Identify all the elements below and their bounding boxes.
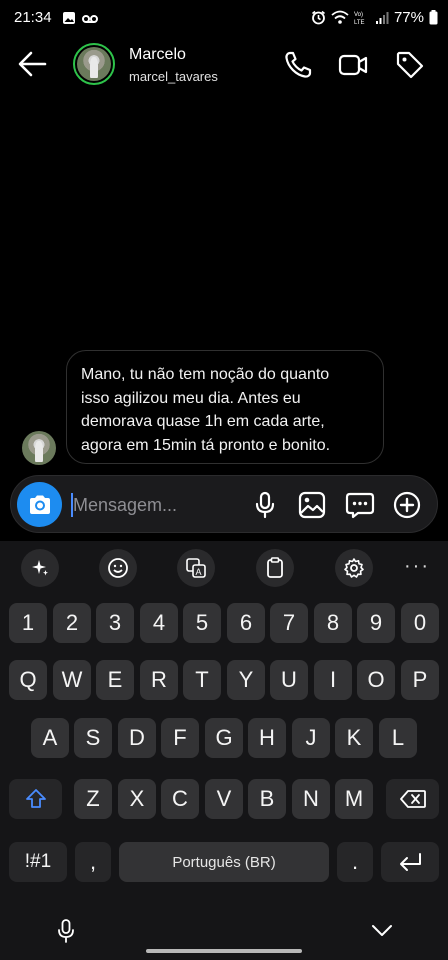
key-9[interactable]: 9 bbox=[357, 603, 395, 643]
key-d[interactable]: D bbox=[118, 718, 156, 758]
key-u[interactable]: U bbox=[270, 660, 308, 700]
clipboard-button[interactable] bbox=[256, 549, 294, 587]
key-a[interactable]: A bbox=[31, 718, 69, 758]
svg-text:A: A bbox=[196, 567, 202, 577]
gallery-icon[interactable] bbox=[296, 489, 328, 521]
key-e[interactable]: E bbox=[96, 660, 134, 700]
volte-icon: Vo) LTE bbox=[354, 12, 365, 25]
alarm-icon bbox=[311, 10, 325, 25]
sender-avatar[interactable] bbox=[22, 431, 56, 465]
key-y[interactable]: Y bbox=[227, 660, 265, 700]
key-4[interactable]: 4 bbox=[140, 603, 178, 643]
key-7[interactable]: 7 bbox=[270, 603, 308, 643]
key-f[interactable]: F bbox=[161, 718, 199, 758]
keyboard-toolbar: A ··· bbox=[0, 541, 448, 593]
phone-icon[interactable] bbox=[283, 50, 313, 80]
voicemail-icon bbox=[82, 15, 98, 23]
translate-button[interactable]: A bbox=[177, 549, 215, 587]
translate-icon: A bbox=[186, 558, 206, 578]
image-icon bbox=[63, 12, 75, 24]
emoji-button[interactable] bbox=[99, 549, 137, 587]
key-i[interactable]: I bbox=[314, 660, 352, 700]
backspace-icon bbox=[399, 790, 426, 808]
key-b[interactable]: B bbox=[248, 779, 286, 819]
shift-key[interactable] bbox=[9, 779, 62, 819]
shift-icon bbox=[25, 789, 46, 808]
more-icon[interactable]: ··· bbox=[404, 555, 430, 578]
contact-name[interactable]: Marcelo bbox=[129, 46, 186, 64]
tag-icon[interactable] bbox=[395, 50, 425, 80]
key-c[interactable]: C bbox=[161, 779, 199, 819]
status-bar: 21:34 Vo) LTE 77% bbox=[0, 0, 448, 36]
key-l[interactable]: L bbox=[379, 718, 417, 758]
space-key[interactable]: Português (BR) bbox=[119, 842, 329, 882]
message-line: Mano, tu não tem noção do quanto bbox=[81, 366, 330, 383]
clipboard-icon bbox=[267, 557, 283, 578]
key-v[interactable]: V bbox=[205, 779, 243, 819]
emoji-icon bbox=[108, 558, 128, 578]
battery-percent: 77% bbox=[393, 9, 424, 26]
key-m[interactable]: M bbox=[335, 779, 373, 819]
key-3[interactable]: 3 bbox=[96, 603, 134, 643]
back-arrow-icon[interactable] bbox=[16, 50, 48, 78]
sticker-icon[interactable] bbox=[344, 489, 376, 521]
key-x[interactable]: X bbox=[118, 779, 156, 819]
video-icon[interactable] bbox=[338, 50, 368, 80]
key-o[interactable]: O bbox=[357, 660, 395, 700]
message-line: agora em 15min tá pronto e bonito. bbox=[81, 436, 331, 454]
message-input[interactable] bbox=[73, 486, 243, 524]
key-6[interactable]: 6 bbox=[227, 603, 265, 643]
svg-text:LTE: LTE bbox=[354, 20, 365, 25]
voice-input-icon[interactable] bbox=[56, 918, 76, 944]
svg-text:Vo): Vo) bbox=[354, 12, 363, 18]
enter-key[interactable] bbox=[381, 842, 439, 882]
key-h[interactable]: H bbox=[248, 718, 286, 758]
key-2[interactable]: 2 bbox=[53, 603, 91, 643]
key-n[interactable]: N bbox=[292, 779, 330, 819]
key-1[interactable]: 1 bbox=[9, 603, 47, 643]
hide-keyboard-icon[interactable] bbox=[371, 924, 393, 938]
key-r[interactable]: R bbox=[140, 660, 178, 700]
contact-username[interactable]: marcel_tavares bbox=[129, 69, 218, 84]
key-k[interactable]: K bbox=[335, 718, 373, 758]
camera-icon bbox=[29, 495, 50, 514]
key-p[interactable]: P bbox=[401, 660, 439, 700]
comma-key[interactable]: , bbox=[75, 842, 111, 882]
key-0[interactable]: 0 bbox=[401, 603, 439, 643]
key-j[interactable]: J bbox=[292, 718, 330, 758]
ai-sparkle-button[interactable] bbox=[21, 549, 59, 587]
avatar-image bbox=[77, 47, 111, 81]
key-z[interactable]: Z bbox=[74, 779, 112, 819]
key-t[interactable]: T bbox=[183, 660, 221, 700]
chat-header: Marcelo marcel_tavares bbox=[0, 36, 448, 94]
settings-icon bbox=[344, 558, 364, 578]
key-q[interactable]: Q bbox=[9, 660, 47, 700]
ai-sparkle-icon bbox=[32, 560, 48, 576]
camera-button[interactable] bbox=[17, 482, 62, 527]
period-key[interactable]: . bbox=[337, 842, 373, 882]
status-time: 21:34 bbox=[14, 9, 52, 26]
symbols-key[interactable]: !#1 bbox=[9, 842, 67, 882]
message-line: demorava quase 1h em cada arte, bbox=[81, 413, 325, 430]
message-line: isso agilizou meu dia. Antes eu bbox=[81, 389, 301, 407]
key-s[interactable]: S bbox=[74, 718, 112, 758]
plus-icon[interactable] bbox=[391, 489, 423, 521]
settings-button[interactable] bbox=[335, 549, 373, 587]
microphone-icon[interactable] bbox=[249, 489, 281, 521]
wifi-icon bbox=[331, 10, 349, 24]
signal-icon bbox=[375, 11, 389, 24]
key-8[interactable]: 8 bbox=[314, 603, 352, 643]
key-5[interactable]: 5 bbox=[183, 603, 221, 643]
message-bubble[interactable]: Mano, tu não tem noção do quanto isso ag… bbox=[66, 350, 384, 464]
battery-icon bbox=[429, 10, 438, 25]
enter-icon bbox=[400, 853, 421, 871]
contact-avatar[interactable] bbox=[73, 43, 115, 85]
key-w[interactable]: W bbox=[53, 660, 91, 700]
key-g[interactable]: G bbox=[205, 718, 243, 758]
keyboard: A ··· 1 2 3 4 5 6 7 8 9 0 Q W E R T Y U … bbox=[0, 541, 448, 960]
message-composer bbox=[10, 475, 438, 533]
home-indicator[interactable] bbox=[146, 949, 302, 953]
backspace-key[interactable] bbox=[386, 779, 439, 819]
